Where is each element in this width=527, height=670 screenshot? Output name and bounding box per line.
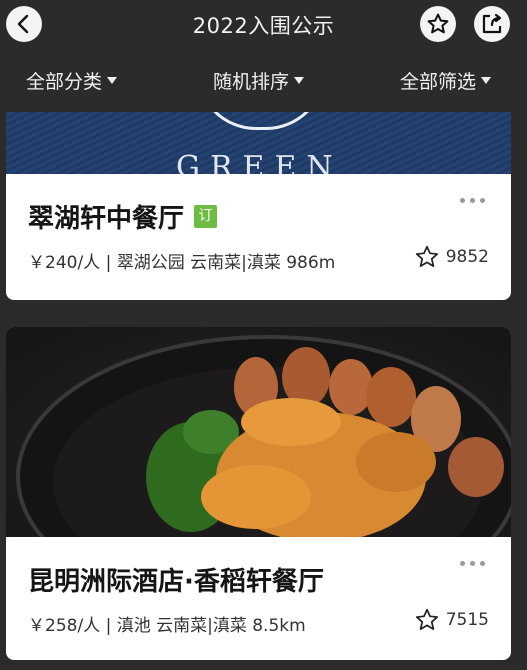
caret-down-icon <box>481 76 491 84</box>
favorite-count[interactable]: 9852 <box>414 244 489 270</box>
more-options-icon[interactable] <box>460 561 485 566</box>
top-bar: 2022入围公示 <box>0 0 527 48</box>
restaurant-meta: ￥258/人 | 滇池 云南菜|滇菜 8.5km <box>28 616 306 636</box>
caret-down-icon <box>294 76 304 84</box>
restaurant-photo: GREEN <box>6 112 511 174</box>
logo-arc <box>196 112 326 130</box>
favorite-count-text: 9852 <box>445 247 489 267</box>
star-icon <box>415 245 438 267</box>
favorite-count-text: 7515 <box>445 610 489 630</box>
filter-all[interactable]: 全部筛选 <box>336 67 527 94</box>
filter-sort[interactable]: 随机排序 <box>181 67 336 94</box>
logo-text: GREEN <box>176 150 343 174</box>
filter-category-label: 全部分类 <box>26 70 103 93</box>
share-button[interactable] <box>474 6 510 42</box>
star-icon <box>427 13 449 34</box>
restaurant-name-text: 翠湖轩中餐厅 <box>28 204 185 234</box>
filter-bar: 全部分类 随机排序 全部筛选 <box>0 48 527 112</box>
filter-sort-label: 随机排序 <box>212 70 289 93</box>
booking-badge: 订 <box>194 205 218 228</box>
restaurant-card[interactable]: 昆明洲际酒店·香稻轩餐厅 ￥258/人 | 滇池 云南菜|滇菜 8.5km 75… <box>6 327 511 660</box>
restaurant-name: 昆明洲际酒店·香稻轩餐厅 <box>28 561 324 598</box>
restaurant-card[interactable]: GREEN 翠湖轩中餐厅 订 ￥240/人 | 翠湖公园 云南菜|滇菜 986m… <box>6 112 511 300</box>
more-options-icon[interactable] <box>460 198 485 203</box>
restaurant-name-text: 昆明洲际酒店·香稻轩餐厅 <box>28 567 324 597</box>
favorite-count[interactable]: 7515 <box>414 607 489 633</box>
caret-down-icon <box>107 76 118 84</box>
star-icon <box>415 608 438 630</box>
restaurant-meta: ￥240/人 | 翠湖公园 云南菜|滇菜 986m <box>28 253 336 273</box>
filter-category[interactable]: 全部分类 <box>0 67 181 94</box>
favorite-button[interactable] <box>420 6 456 42</box>
share-icon <box>482 13 502 34</box>
filter-all-label: 全部筛选 <box>399 70 476 93</box>
dish-photo <box>16 335 511 619</box>
restaurant-photo <box>6 327 511 619</box>
restaurant-name: 翠湖轩中餐厅 订 <box>28 198 218 235</box>
